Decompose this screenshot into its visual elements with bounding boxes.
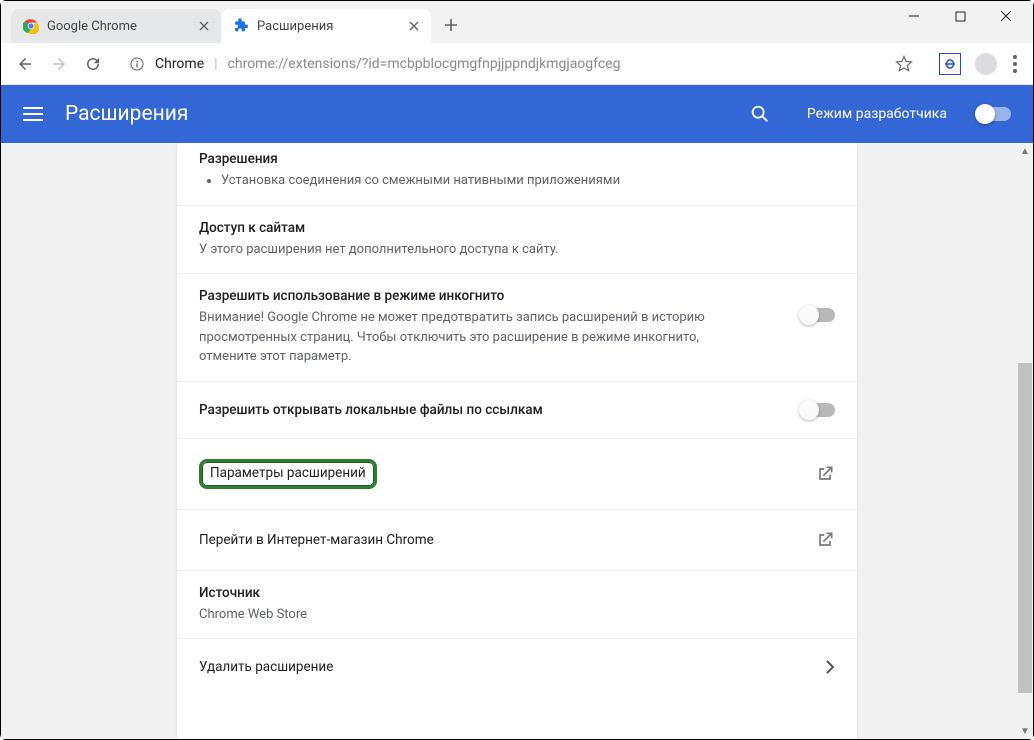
window-controls <box>891 1 1033 31</box>
vertical-scrollbar[interactable]: ▲ ▼ <box>1017 143 1033 739</box>
source-section: Источник Chrome Web Store <box>177 571 857 640</box>
site-access-body: У этого расширения нет дополнительного д… <box>199 240 835 260</box>
address-bar[interactable]: Chrome | chrome://extensions/?id=mcbpblo… <box>117 50 925 78</box>
tab-google-chrome[interactable]: Google Chrome <box>11 9 221 43</box>
url-text: chrome://extensions/?id=mcbpblocgmgfnpjj… <box>228 56 621 72</box>
content-area: Разрешения Установка соединения со смежн… <box>1 143 1033 739</box>
url-divider: | <box>214 56 217 72</box>
file-urls-section: Разрешить открывать локальные файлы по с… <box>177 382 857 439</box>
back-button[interactable] <box>15 54 35 74</box>
incognito-section: Разрешить использование в режиме инкогни… <box>177 274 857 382</box>
reload-button[interactable] <box>83 54 103 74</box>
incognito-toggle[interactable] <box>801 308 835 322</box>
file-urls-toggle[interactable] <box>801 403 835 417</box>
bookmark-star-icon[interactable] <box>895 55 913 73</box>
scroll-down-arrow-icon[interactable]: ▼ <box>1017 723 1033 739</box>
tab-title: Расширения <box>257 19 399 34</box>
scroll-up-arrow-icon[interactable]: ▲ <box>1017 143 1033 159</box>
extension-toolbar-icon[interactable] <box>939 53 961 75</box>
window-titlebar: Google Chrome Расширения <box>1 1 1033 43</box>
permissions-item: Установка соединения со смежными нативны… <box>221 171 835 191</box>
scrollbar-thumb[interactable] <box>1018 363 1032 693</box>
chrome-menu-button[interactable] <box>1011 55 1019 73</box>
site-access-section: Доступ к сайтам У этого расширения нет д… <box>177 206 857 275</box>
source-body: Chrome Web Store <box>199 605 835 625</box>
extension-detail-card: Разрешения Установка соединения со смежн… <box>177 143 857 739</box>
toolbar: Chrome | chrome://extensions/?id=mcbpblo… <box>1 43 1033 85</box>
forward-button[interactable] <box>49 54 69 74</box>
remove-label: Удалить расширение <box>199 659 333 675</box>
webstore-row[interactable]: Перейти в Интернет-магазин Chrome <box>177 510 857 571</box>
page-title: Расширения <box>65 102 188 126</box>
menu-icon[interactable] <box>23 107 47 121</box>
maximize-button[interactable] <box>937 1 983 31</box>
chevron-right-icon <box>825 660 835 674</box>
chrome-favicon-icon <box>23 18 39 34</box>
permissions-heading: Разрешения <box>199 151 835 167</box>
source-heading: Источник <box>199 585 835 601</box>
extension-options-label: Параметры расширений <box>199 459 377 489</box>
site-info-icon[interactable] <box>129 56 145 72</box>
tab-extensions[interactable]: Расширения <box>221 9 431 43</box>
extension-options-row[interactable]: Параметры расширений <box>177 439 857 510</box>
url-label: Chrome <box>155 56 204 72</box>
close-icon[interactable] <box>197 19 211 33</box>
new-tab-button[interactable] <box>435 9 467 41</box>
tab-strip: Google Chrome Расширения <box>1 1 467 43</box>
incognito-heading: Разрешить использование в режиме инкогни… <box>199 288 801 304</box>
developer-mode-label: Режим разработчика <box>807 106 947 122</box>
extension-favicon-icon <box>233 18 249 34</box>
profile-avatar[interactable] <box>975 53 997 75</box>
open-in-new-icon <box>815 464 835 484</box>
developer-mode-toggle[interactable] <box>977 107 1011 121</box>
minimize-button[interactable] <box>891 1 937 31</box>
site-access-heading: Доступ к сайтам <box>199 220 835 236</box>
close-icon[interactable] <box>407 19 421 33</box>
extensions-header: Расширения Режим разработчика <box>1 85 1033 143</box>
remove-extension-row[interactable]: Удалить расширение <box>177 639 857 695</box>
incognito-body: Внимание! Google Chrome не может предотв… <box>199 308 739 367</box>
search-icon[interactable] <box>749 103 771 125</box>
file-urls-heading: Разрешить открывать локальные файлы по с… <box>199 402 789 418</box>
permissions-section: Разрешения Установка соединения со смежн… <box>177 143 857 206</box>
webstore-label: Перейти в Интернет-магазин Chrome <box>199 532 434 548</box>
tab-title: Google Chrome <box>47 19 189 34</box>
close-window-button[interactable] <box>983 1 1029 31</box>
open-in-new-icon <box>815 530 835 550</box>
